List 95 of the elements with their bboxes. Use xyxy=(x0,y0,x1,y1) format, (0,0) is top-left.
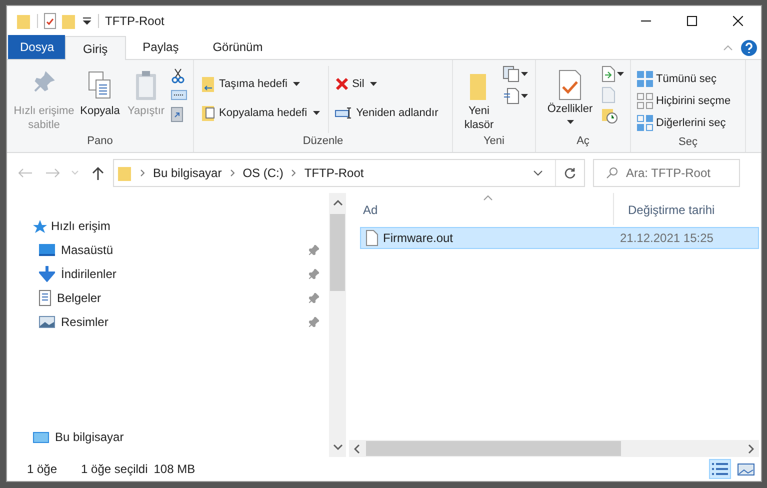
desktop-icon xyxy=(39,244,55,256)
refresh-icon[interactable] xyxy=(564,167,576,179)
maximize-icon xyxy=(687,16,697,26)
folder-icon xyxy=(118,165,132,181)
search-field[interactable]: Ara: TFTP-Root xyxy=(593,159,740,187)
scissors-icon[interactable] xyxy=(171,68,185,84)
picture-icon xyxy=(39,316,55,328)
ribbon-tab[interactable]: Dosya xyxy=(8,35,65,59)
customize-caret-icon[interactable] xyxy=(82,16,92,26)
status-text: 108 MB xyxy=(154,461,196,478)
scroll-up-icon[interactable] xyxy=(332,200,342,206)
copy-to-icon xyxy=(202,105,216,121)
invert-selection-icon xyxy=(637,115,653,131)
column-header[interactable]: Değiştirme tarihi xyxy=(614,193,761,225)
ribbon-button[interactable]: Kopyala xyxy=(77,66,123,132)
download-arrow-icon xyxy=(39,266,55,282)
group-label: Yeni xyxy=(483,134,504,148)
breadcrumb-item[interactable]: OS (C:) xyxy=(242,164,284,182)
group-label: Seç xyxy=(678,135,698,150)
details-view-button[interactable] xyxy=(709,459,731,479)
properties-icon xyxy=(559,70,581,100)
scroll-down-icon[interactable] xyxy=(332,444,342,450)
address-bar[interactable]: Bu bilgisayar OS (C:) TFTP-Root xyxy=(113,159,585,187)
delete-x-icon xyxy=(335,77,350,91)
nav-item[interactable]: İndirilenler xyxy=(61,265,116,283)
ribbon-button[interactable]: Tümünü seç xyxy=(635,68,733,90)
file-row[interactable]: Firmware.out 21.12.2021 15:25 xyxy=(360,227,759,249)
status-text: 1 öğe seçildi xyxy=(81,461,148,478)
search-icon xyxy=(606,167,618,179)
group-label: Düzenle xyxy=(302,134,344,148)
copy-path-icon[interactable] xyxy=(171,90,187,100)
ribbon-tab[interactable]: Görünüm xyxy=(196,35,280,59)
up-icon[interactable] xyxy=(91,166,105,180)
group-label: Pano xyxy=(87,134,113,148)
nav-item[interactable]: Belgeler xyxy=(57,289,102,307)
clipboard-icon xyxy=(134,70,158,102)
file-icon xyxy=(366,230,378,246)
computer-icon xyxy=(33,432,49,442)
collapse-ribbon-icon[interactable] xyxy=(723,44,733,50)
ribbon-button[interactable]: Özellikler xyxy=(540,66,600,132)
scrollbar-thumb[interactable] xyxy=(366,441,621,456)
nav-item[interactable]: Resimler xyxy=(61,313,108,331)
ribbon-button[interactable]: Yeniden adlandır xyxy=(333,102,440,124)
breadcrumb-item[interactable]: TFTP-Root xyxy=(304,164,364,182)
help-icon[interactable] xyxy=(741,40,757,56)
group-label: Aç xyxy=(576,134,590,148)
ribbon-button[interactable]: Taşıma hedefi xyxy=(200,73,322,95)
easy-access-icon[interactable] xyxy=(503,88,519,104)
caret-icon xyxy=(521,94,528,98)
chevron-icon[interactable] xyxy=(291,169,296,177)
vertical-scrollbar[interactable] xyxy=(329,193,346,457)
file-name: Firmware.out xyxy=(383,230,454,247)
nav-item[interactable]: Masaüstü xyxy=(61,241,114,259)
dropdown-caret-icon[interactable] xyxy=(533,170,543,176)
window-title: TFTP-Root xyxy=(105,13,164,30)
caret-icon xyxy=(566,120,574,124)
chevron-icon[interactable] xyxy=(230,169,235,177)
history-icon[interactable] xyxy=(602,108,618,124)
column-header[interactable]: Ad xyxy=(349,193,614,225)
close-icon xyxy=(733,16,743,26)
move-to-icon xyxy=(202,76,216,92)
sort-ascending-icon xyxy=(483,195,493,201)
caret-icon xyxy=(313,111,320,115)
chevron-icon[interactable] xyxy=(140,169,145,177)
nav-item[interactable]: Bu bilgisayar xyxy=(55,428,124,446)
nav-item[interactable]: Hızlı erişim xyxy=(51,217,110,235)
scroll-right-icon[interactable] xyxy=(748,444,754,454)
scroll-left-icon[interactable] xyxy=(354,444,360,454)
select-all-icon xyxy=(637,71,653,87)
new-item-icon[interactable] xyxy=(503,66,519,82)
ribbon-button[interactable]: Kopyalama hedefi xyxy=(200,102,322,124)
caret-icon xyxy=(521,72,528,76)
ribbon-tab[interactable]: Giriş xyxy=(65,36,126,60)
list-icon xyxy=(710,461,730,477)
open-icon[interactable] xyxy=(602,66,615,82)
breadcrumb-item[interactable]: Bu bilgisayar xyxy=(153,164,222,182)
select-none-icon xyxy=(637,93,653,109)
document-icon xyxy=(39,290,51,306)
ribbon-tab[interactable]: Paylaş xyxy=(126,35,196,59)
properties-icon[interactable] xyxy=(44,13,56,29)
paste-shortcut-icon[interactable] xyxy=(171,106,183,122)
star-icon xyxy=(33,220,47,232)
scrollbar-thumb[interactable] xyxy=(330,214,345,291)
caret-icon xyxy=(617,72,624,76)
rename-icon xyxy=(335,107,354,119)
caret-icon xyxy=(293,82,300,86)
caret-icon xyxy=(370,82,378,86)
horizontal-scrollbar[interactable] xyxy=(349,440,759,457)
ribbon-button[interactable]: Hiçbirini seçme xyxy=(635,90,733,112)
ribbon-button[interactable]: Sil xyxy=(333,73,440,95)
file-date: 21.12.2021 15:25 xyxy=(619,230,714,247)
ribbon-button[interactable]: Yeni klasör xyxy=(457,66,501,132)
status-text: 1 öğe xyxy=(27,461,58,478)
ribbon-button[interactable]: Diğerlerini seç xyxy=(635,112,733,134)
picture-icon xyxy=(736,461,756,477)
